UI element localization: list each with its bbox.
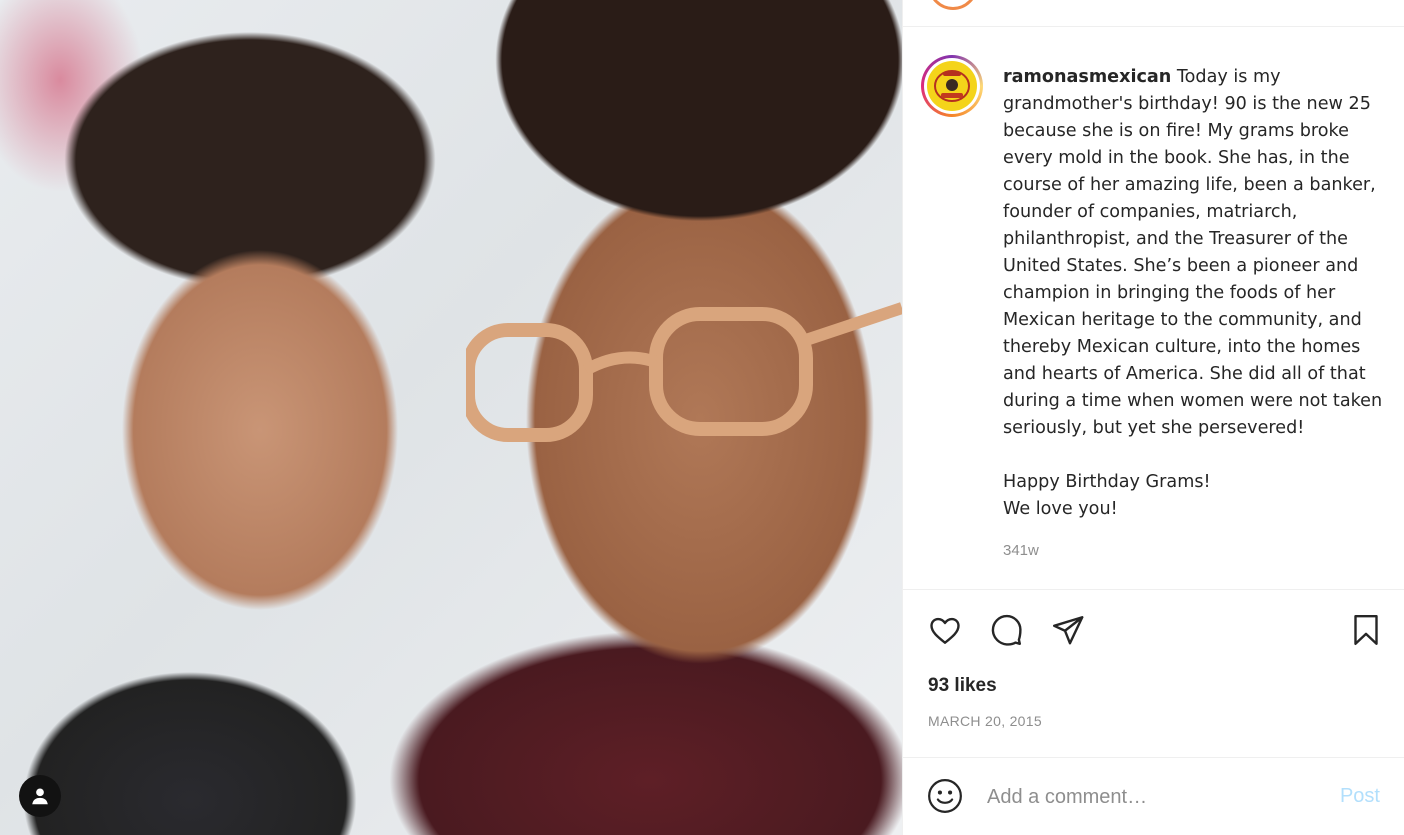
heart-icon[interactable] [923,608,967,652]
header-strip [903,0,1404,27]
post-date[interactable]: MARCH 20, 2015 [928,713,1042,729]
comment-bubble-icon[interactable] [984,608,1028,652]
comment-input[interactable] [987,780,1317,814]
post-age[interactable]: 341w [1003,542,1039,559]
profile-avatar[interactable] [921,55,983,117]
comment-form: Post [903,758,1404,835]
username-link[interactable]: ramonasmexican [1003,67,1171,87]
tagged-user-icon[interactable] [19,775,61,817]
post-comment-button[interactable]: Post [1340,785,1380,808]
smiley-icon[interactable] [925,776,965,816]
caption-section: ramonasmexican Today is my grandmother's… [903,55,1404,585]
divider [903,589,1404,590]
glasses-shape [466,302,902,442]
header-avatar-ring[interactable] [928,0,978,10]
likes-count[interactable]: 93 likes [928,675,997,697]
caption-text: Today is my grandmother's birthday! 90 i… [1003,67,1383,519]
post-details-panel: ramonasmexican Today is my grandmother's… [902,0,1404,835]
bookmark-icon[interactable] [1344,608,1388,652]
action-bar [903,608,1404,652]
paper-plane-icon[interactable] [1046,608,1090,652]
brand-logo-icon [927,61,977,111]
post-photo[interactable] [0,0,902,835]
post-caption: ramonasmexican Today is my grandmother's… [1003,64,1393,523]
